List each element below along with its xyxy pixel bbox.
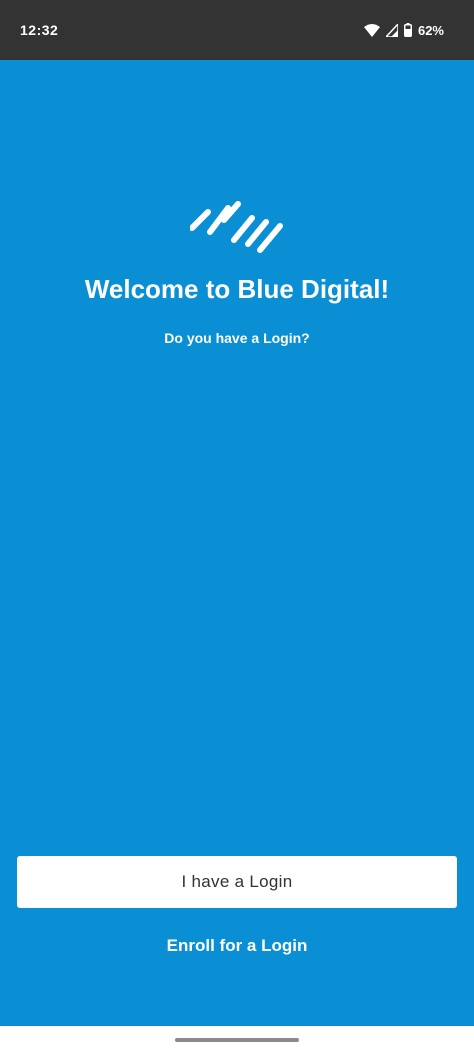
status-bar: 12:32 62%: [0, 0, 474, 60]
home-gesture-handle[interactable]: [175, 1038, 299, 1042]
battery-icon: [403, 23, 412, 37]
wifi-icon: [363, 23, 380, 37]
status-icons: 62%: [363, 22, 444, 38]
status-time: 12:32: [20, 22, 59, 38]
welcome-screen: Welcome to Blue Digital! Do you have a L…: [0, 60, 474, 1026]
blue-digital-logo-icon: [189, 198, 286, 256]
have-login-button[interactable]: I have a Login: [17, 856, 457, 908]
login-question: Do you have a Login?: [164, 330, 310, 346]
battery-percent: 62%: [417, 22, 444, 38]
welcome-title: Welcome to Blue Digital!: [84, 274, 390, 304]
enroll-link[interactable]: Enroll for a Login: [0, 936, 474, 956]
navigation-bar: [0, 1026, 474, 1054]
signal-icon: [385, 23, 398, 37]
